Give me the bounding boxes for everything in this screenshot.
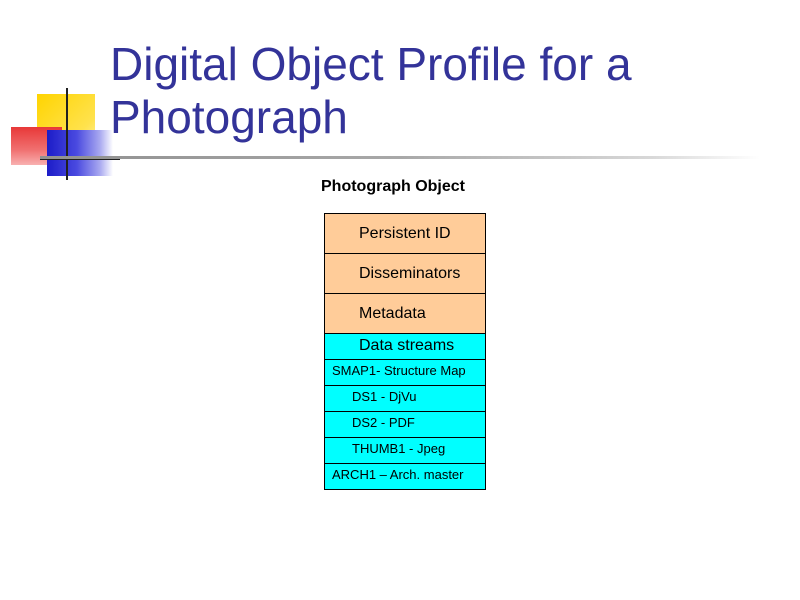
slide: Digital Object Profile for a Photograph … bbox=[0, 0, 800, 600]
title-divider bbox=[40, 156, 760, 159]
slide-title: Digital Object Profile for a Photograph bbox=[110, 38, 770, 144]
component-box-disseminators: Disseminators bbox=[324, 253, 486, 294]
datastream-box-ds2: DS2 - PDF bbox=[324, 411, 486, 438]
diagram-title: Photograph Object bbox=[321, 178, 465, 195]
datastream-box-arch1: ARCH1 – Arch. master bbox=[324, 463, 486, 490]
decorative-vertical-line bbox=[66, 88, 68, 180]
slide-title-line: Photograph bbox=[110, 91, 348, 143]
object-stack: Persistent ID Disseminators Metadata Dat… bbox=[324, 213, 486, 490]
component-box-persistent-id: Persistent ID bbox=[324, 213, 486, 254]
component-box-metadata: Metadata bbox=[324, 293, 486, 334]
component-box-data-streams: Data streams bbox=[324, 333, 486, 360]
datastream-box-smap1: SMAP1- Structure Map bbox=[324, 359, 486, 386]
slide-title-line: Digital Object Profile for a bbox=[110, 38, 632, 90]
datastream-box-thumb1: THUMB1 - Jpeg bbox=[324, 437, 486, 464]
decorative-blue-square bbox=[47, 130, 113, 176]
datastream-box-ds1: DS1 - DjVu bbox=[324, 385, 486, 412]
